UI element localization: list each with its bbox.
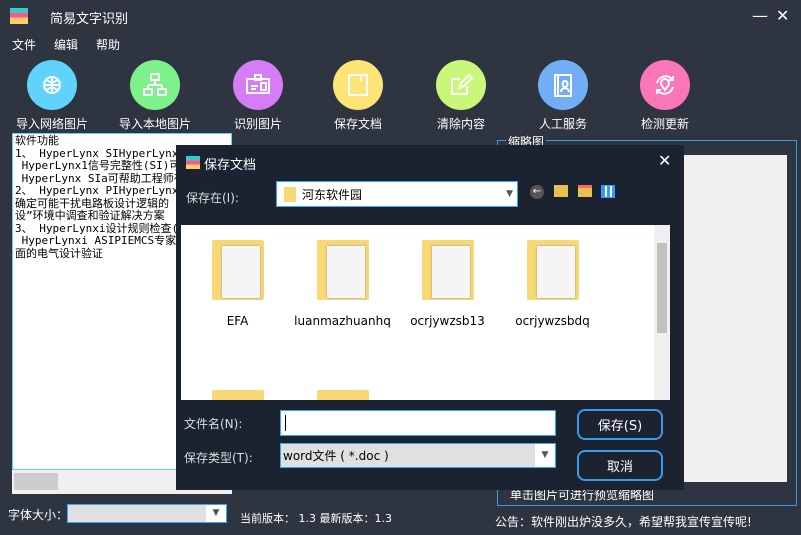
font-size-select[interactable]: ▼ bbox=[67, 504, 227, 523]
dialog-title: 保存文档 bbox=[204, 158, 257, 173]
globe-network-icon bbox=[27, 60, 77, 110]
toolbar-button-5[interactable]: 人工服务 bbox=[513, 60, 613, 132]
save-in-label: 保存在(I): bbox=[186, 191, 239, 205]
folder-item[interactable]: ocrjywzsb13 bbox=[395, 240, 500, 328]
local-network-icon bbox=[130, 60, 180, 110]
toolbar-button-2[interactable]: 识别图片 bbox=[208, 60, 308, 132]
refresh-location-icon bbox=[640, 60, 690, 110]
file-list[interactable]: EFA luanmazhuanhq ocrjywzsb13 ocrjywzsbdq bbox=[181, 225, 670, 400]
back-icon[interactable]: ← bbox=[530, 185, 544, 199]
scroll-thumb[interactable] bbox=[657, 243, 667, 333]
folder-icon bbox=[421, 240, 474, 300]
edit-icon bbox=[436, 60, 486, 110]
folder-name: EFA bbox=[226, 314, 249, 328]
folder-item[interactable] bbox=[185, 390, 290, 400]
toolbar-label: 导入本地图片 bbox=[118, 117, 191, 131]
toolbar-label: 识别图片 bbox=[233, 117, 282, 131]
cancel-button[interactable]: 取消 bbox=[577, 450, 663, 481]
version-text: 当前版本： 1.3 最新版本：1.3 bbox=[240, 512, 392, 525]
menu-help[interactable]: 帮助 bbox=[96, 38, 120, 52]
folder-name: ocrjywzsb13 bbox=[410, 314, 485, 328]
chevron-down-icon: ▼ bbox=[206, 505, 226, 522]
minimize-button[interactable]: — bbox=[752, 6, 768, 25]
filename-input[interactable] bbox=[280, 410, 556, 436]
filetype-select[interactable]: word文件 ( *.doc ) ▼ bbox=[280, 443, 556, 468]
folder-item[interactable]: EFA bbox=[185, 240, 290, 328]
folder-name: ocrjywzsbdq bbox=[515, 314, 590, 328]
notice-text: 公告：软件刚出炉没多久，希望帮我宣传宣传呢! bbox=[495, 515, 752, 529]
folder-name: luanmazhuanhq bbox=[294, 314, 391, 328]
folder-icon bbox=[526, 240, 579, 300]
toolbar-button-3[interactable]: 保存文档 bbox=[308, 60, 408, 132]
folder-icon bbox=[211, 390, 264, 400]
app-icon bbox=[10, 8, 28, 24]
folder-icon bbox=[284, 186, 296, 202]
folder-icon bbox=[316, 240, 369, 300]
menu-edit[interactable]: 编辑 bbox=[54, 38, 78, 52]
toolbar-label: 导入网络图片 bbox=[15, 117, 88, 131]
chevron-down-icon: ▼ bbox=[535, 444, 555, 467]
view-menu-icon[interactable] bbox=[601, 185, 615, 198]
vertical-scrollbar[interactable] bbox=[654, 225, 670, 400]
toolbar-label: 人工服务 bbox=[538, 117, 587, 131]
new-folder-icon[interactable] bbox=[578, 185, 592, 197]
contact-book-icon bbox=[538, 60, 588, 110]
dialog-icon bbox=[186, 156, 200, 169]
menu-file[interactable]: 文件 bbox=[12, 38, 36, 52]
toolbar-label: 清除内容 bbox=[436, 117, 485, 131]
save-button[interactable]: 保存(S) bbox=[577, 409, 663, 440]
menu-bar: 文件 编辑 帮助 bbox=[12, 36, 138, 53]
folder-icon bbox=[316, 390, 369, 400]
floppy-save-icon bbox=[333, 60, 383, 110]
folder-item[interactable]: luanmazhuanhq bbox=[290, 240, 395, 328]
font-size-label: 字体大小： bbox=[8, 508, 69, 522]
save-in-combobox[interactable]: 河东软件园 ▼ bbox=[276, 181, 518, 207]
filename-label: 文件名(N): bbox=[184, 417, 243, 431]
dialog-close-button[interactable]: ✕ bbox=[658, 151, 671, 170]
save-dialog: 保存文档 ✕ 保存在(I): 河东软件园 ▼ ← EFA luanmazhuanhq… bbox=[176, 145, 684, 490]
filetype-label: 保存类型(T): bbox=[184, 451, 253, 465]
id-card-icon bbox=[233, 60, 283, 110]
scroll-thumb[interactable] bbox=[14, 473, 58, 490]
up-folder-icon[interactable] bbox=[554, 185, 568, 197]
folder-item[interactable]: ocrjywzsbdq bbox=[500, 240, 605, 328]
toolbar-label: 保存文档 bbox=[333, 117, 382, 131]
toolbar-button-4[interactable]: 清除内容 bbox=[411, 60, 511, 132]
folder-item[interactable] bbox=[290, 390, 395, 400]
toolbar-button-6[interactable]: 检测更新 bbox=[615, 60, 715, 132]
toolbar-label: 检测更新 bbox=[640, 117, 689, 131]
folder-icon bbox=[211, 240, 264, 300]
window-title: 简易文字识别 bbox=[50, 12, 129, 27]
close-button[interactable]: ✕ bbox=[776, 6, 789, 25]
toolbar-button-0[interactable]: 导入网络图片 bbox=[2, 60, 102, 132]
chevron-down-icon: ▼ bbox=[506, 189, 513, 199]
toolbar-button-1[interactable]: 导入本地图片 bbox=[105, 60, 205, 132]
